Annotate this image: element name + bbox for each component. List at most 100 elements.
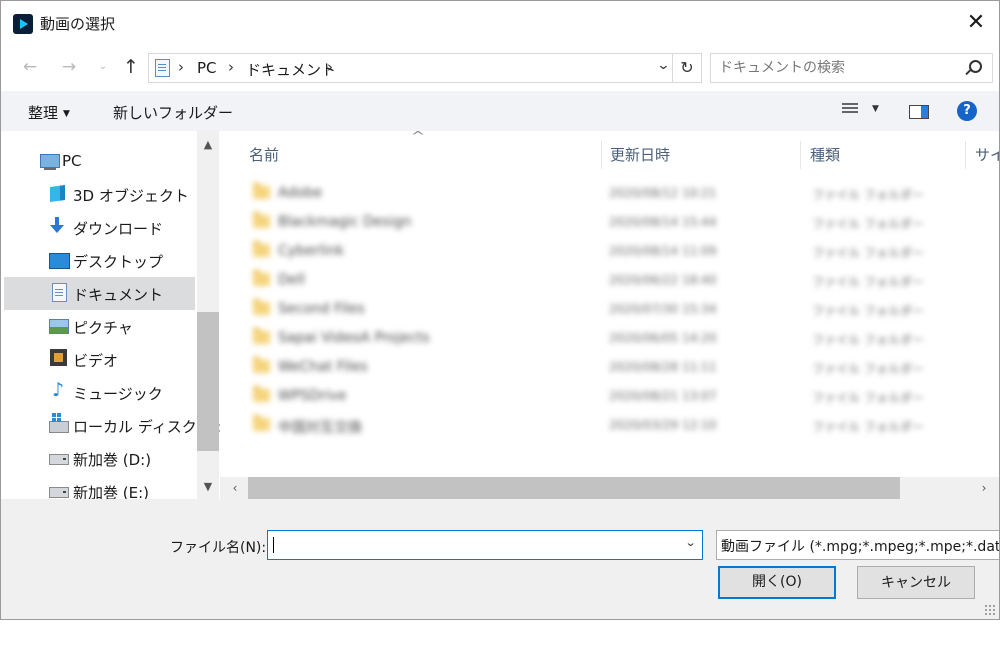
file-list: ^ 名前 更新日時 種類 サイ Adobe 2020/08/12 10:21 ファイ…: [220, 131, 999, 499]
filename-chevron-down-icon[interactable]: ⌄: [684, 536, 696, 549]
file-date: 2020/08/12 10:21: [609, 186, 717, 200]
nav-item-desktop[interactable]: デスクトップ: [4, 244, 195, 277]
text-cursor: [273, 537, 274, 553]
file-name: Blackmagic Design: [278, 214, 412, 230]
file-date: 2020/03/29 12:10: [609, 418, 717, 432]
nav-item-downloads[interactable]: ダウンロード: [4, 211, 195, 244]
scroll-left-icon[interactable]: ‹: [224, 477, 246, 499]
forward-arrow-icon[interactable]: →: [58, 55, 80, 79]
breadcrumb-separator-icon[interactable]: ›: [327, 58, 333, 76]
column-header-size[interactable]: サイ: [975, 144, 999, 165]
folder-icon: [253, 328, 270, 344]
table-row[interactable]: Sapai VideoA Projects 2020/06/05 14:20 ファイ…: [220, 324, 999, 353]
view-options-icon[interactable]: [842, 103, 858, 117]
cancel-button[interactable]: キャンセル: [857, 566, 975, 599]
breadcrumb-pc[interactable]: PC: [197, 59, 217, 77]
table-row[interactable]: Dell 2020/06/22 18:40 ファイル フォルダー: [220, 266, 999, 295]
nav-item-label: ミュージック: [73, 385, 163, 403]
file-type: ファイル フォルダー: [812, 246, 924, 260]
local-disk-icon: [49, 413, 69, 433]
column-divider[interactable]: [800, 141, 801, 169]
recent-locations-chevron-icon[interactable]: ⌄: [92, 55, 114, 79]
nav-item-pictures[interactable]: ピクチャ: [4, 310, 195, 343]
pc-icon: [40, 154, 60, 170]
documents-icon: [52, 283, 67, 302]
table-row[interactable]: WeChat Files 2020/08/28 11:11 ファイル フォルダー: [220, 353, 999, 382]
documents-location-icon: [155, 59, 170, 77]
music-icon: ♪: [52, 379, 65, 401]
breadcrumb-separator-icon[interactable]: ›: [228, 58, 234, 76]
table-row[interactable]: 中国対互交換 2020/03/29 12:10 ファイル フォルダー: [220, 411, 999, 440]
nav-item-label: 3D オブジェクト: [73, 187, 189, 205]
filename-label: ファイル名(N):: [170, 540, 267, 556]
file-name: Adobe: [278, 185, 323, 201]
table-row[interactable]: Blackmagic Design 2020/08/14 15:44 ファイル フォ…: [220, 208, 999, 237]
file-type: ファイル フォルダー: [812, 420, 924, 434]
close-button[interactable]: ✕: [953, 1, 999, 45]
column-header-name[interactable]: 名前: [249, 144, 279, 165]
nav-item-music[interactable]: ♪ ミュージック: [4, 376, 195, 409]
file-type: ファイル フォルダー: [812, 217, 924, 231]
address-bar[interactable]: › PC › ドキュメント › ⌄ ↻: [148, 53, 702, 83]
new-folder-button[interactable]: 新しいフォルダー: [113, 102, 233, 123]
file-open-dialog: 動画の選択 ✕ ← → ⌄ ↑ › PC › ドキュメント › ⌄ ↻ 整理 ▼ …: [0, 0, 1000, 620]
command-bar: 整理 ▼ 新しいフォルダー ▼ ?: [1, 91, 999, 131]
view-caret-down-icon[interactable]: ▼: [872, 104, 879, 114]
nav-item-3d-objects[interactable]: 3D オブジェクト: [4, 178, 195, 211]
filename-input[interactable]: [268, 531, 674, 559]
open-button[interactable]: 開く(O): [718, 566, 836, 599]
table-row[interactable]: Second Files 2020/07/30 15:34 ファイル フォルダー: [220, 295, 999, 324]
sort-ascending-icon: ^: [410, 131, 426, 143]
back-arrow-icon[interactable]: ←: [19, 55, 41, 79]
table-row[interactable]: Cyberlink 2020/08/14 11:09 ファイル フォルダー: [220, 237, 999, 266]
search-input[interactable]: [711, 54, 959, 82]
preview-pane-icon[interactable]: [909, 105, 929, 119]
navigation-scrollbar[interactable]: ▲ ▼: [197, 131, 219, 499]
help-icon[interactable]: ?: [957, 101, 977, 121]
folder-icon: [253, 241, 270, 257]
address-history-chevron-icon[interactable]: ⌄: [656, 58, 670, 73]
title-bar: 動画の選択 ✕: [1, 1, 999, 45]
nav-item-label: ビデオ: [73, 352, 119, 370]
search-box[interactable]: [710, 53, 993, 83]
table-row[interactable]: Adobe 2020/08/12 10:21 ファイル フォルダー: [220, 179, 999, 208]
up-arrow-icon[interactable]: ↑: [120, 55, 142, 79]
folder-icon: [253, 299, 270, 315]
column-header-type[interactable]: 種類: [810, 144, 840, 165]
nav-item-label: 新加巻 (D:): [73, 451, 152, 469]
desktop-icon: [49, 253, 70, 269]
nav-item-local-disk-c[interactable]: ローカル ディスク (C:: [4, 409, 223, 442]
file-date: 2020/07/30 15:34: [609, 302, 717, 316]
refresh-icon[interactable]: ↻: [672, 54, 701, 82]
scrollbar-thumb[interactable]: [248, 477, 900, 499]
column-header-date[interactable]: 更新日時: [610, 144, 670, 165]
filetype-value: 動画ファイル (*.mpg;*.mpeg;*.mpe;*.dat;: [721, 539, 1000, 555]
resize-grip-icon[interactable]: [984, 604, 996, 616]
organize-button[interactable]: 整理 ▼: [28, 102, 70, 123]
app-logo-icon: [13, 14, 33, 34]
scroll-down-icon[interactable]: ▼: [197, 477, 219, 497]
search-icon[interactable]: [969, 60, 982, 73]
column-divider[interactable]: [601, 141, 602, 169]
scrollbar-thumb[interactable]: [197, 312, 219, 451]
table-row[interactable]: WPSDrive 2020/08/21 13:07 ファイル フォルダー: [220, 382, 999, 411]
horizontal-scrollbar[interactable]: ‹ ›: [220, 477, 999, 499]
scroll-right-icon[interactable]: ›: [973, 477, 995, 499]
scroll-up-icon[interactable]: ▲: [197, 135, 219, 155]
drive-icon: [49, 454, 69, 465]
pictures-icon: [49, 319, 69, 334]
address-row: ← → ⌄ ↑ › PC › ドキュメント › ⌄ ↻: [1, 45, 999, 91]
nav-item-documents[interactable]: ドキュメント: [4, 277, 195, 310]
breadcrumb-documents[interactable]: ドキュメント: [246, 59, 336, 80]
filetype-select[interactable]: 動画ファイル (*.mpg;*.mpeg;*.mpe;*.dat;: [716, 530, 1000, 560]
nav-item-pc[interactable]: PC: [4, 145, 195, 178]
nav-item-drive-d[interactable]: 新加巻 (D:): [4, 442, 195, 475]
navigation-pane: PC 3D オブジェクト ダウンロード デスクトップ ドキュメント ピクチャ ビ…: [1, 131, 223, 502]
breadcrumb-separator-icon[interactable]: ›: [178, 58, 184, 76]
column-divider[interactable]: [965, 141, 966, 169]
download-icon: [49, 217, 65, 235]
file-name: Sapai VideoA Projects: [278, 330, 430, 346]
nav-item-label: デスクトップ: [73, 253, 164, 271]
filename-combobox[interactable]: ⌄: [267, 530, 703, 560]
nav-item-videos[interactable]: ビデオ: [4, 343, 195, 376]
